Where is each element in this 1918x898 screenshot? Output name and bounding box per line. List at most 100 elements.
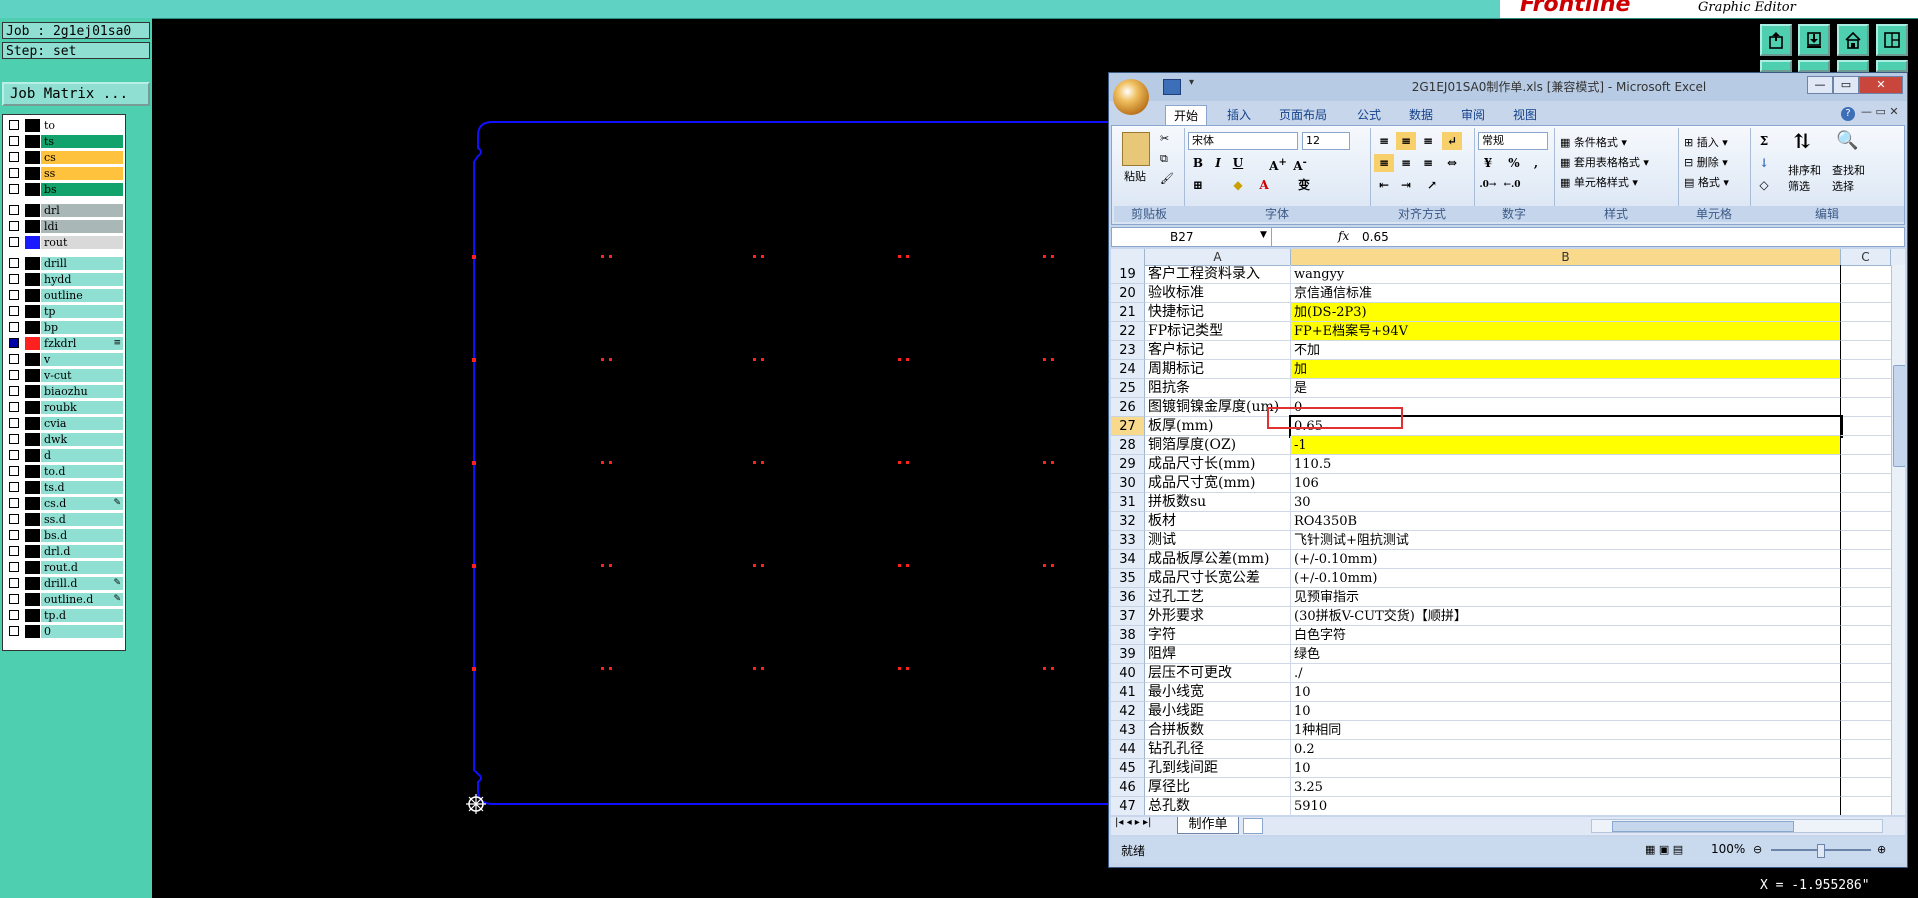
home-icon[interactable] [1837, 24, 1869, 56]
panel-layout-icon[interactable] [1876, 24, 1908, 56]
cell-b[interactable]: 10 [1291, 702, 1841, 721]
row-number[interactable]: 43 [1111, 721, 1145, 740]
layer-name[interactable]: bs [41, 183, 123, 196]
align-center-icon[interactable]: ≡ [1396, 154, 1416, 172]
cell-a[interactable]: 阻抗条 [1145, 379, 1291, 398]
layer-checkbox[interactable] [9, 626, 19, 636]
sort-label[interactable]: 排序和 [1788, 162, 1821, 178]
sheet-tab[interactable]: 制作单 [1177, 817, 1239, 834]
row-number[interactable]: 24 [1111, 360, 1145, 379]
currency-icon[interactable]: ¥ [1478, 154, 1498, 172]
row-number[interactable]: 23 [1111, 341, 1145, 360]
toolbar-button-row2[interactable] [1760, 60, 1792, 72]
cell-b[interactable]: 见预审指示 [1291, 588, 1841, 607]
toolbar-button-row2[interactable] [1876, 60, 1908, 72]
layer-color-swatch[interactable] [25, 305, 40, 318]
layer-name[interactable]: outline.d [41, 593, 123, 606]
cell-a[interactable]: FP标记类型 [1145, 322, 1291, 341]
layer-checkbox[interactable] [9, 338, 19, 348]
layer-color-swatch[interactable] [25, 119, 40, 132]
clear-icon[interactable]: ◇ [1754, 176, 1774, 194]
layer-checkbox[interactable] [9, 306, 19, 316]
shrink-font-icon[interactable]: A- [1290, 154, 1310, 173]
layer-row[interactable]: ts [5, 135, 123, 148]
cell-b[interactable]: 是 [1291, 379, 1841, 398]
layer-checkbox[interactable] [9, 370, 19, 380]
cell-b[interactable]: 0.2 [1291, 740, 1841, 759]
column-header-c[interactable]: C [1841, 249, 1891, 265]
cell-c[interactable] [1841, 588, 1891, 607]
cell-c[interactable] [1841, 360, 1891, 379]
layer-name[interactable]: d [41, 449, 123, 462]
layer-name[interactable]: cs.d [41, 497, 123, 510]
cell-c[interactable] [1841, 664, 1891, 683]
layer-checkbox[interactable] [9, 434, 19, 444]
cell-c[interactable] [1841, 626, 1891, 645]
cell-b[interactable]: 10 [1291, 683, 1841, 702]
cell-a[interactable]: 阻焊 [1145, 645, 1291, 664]
layer-color-swatch[interactable] [25, 481, 40, 494]
row-number[interactable]: 25 [1111, 379, 1145, 398]
cell-b[interactable]: 京信通信标准 [1291, 284, 1841, 303]
layer-row[interactable]: 0 [5, 625, 123, 638]
layer-color-swatch[interactable] [25, 609, 40, 622]
cell-c[interactable] [1841, 265, 1891, 284]
layer-row[interactable]: ss [5, 167, 123, 180]
spreadsheet-grid[interactable]: A B C 19 客户工程资料录入 wangyy 20 验收标准 京信通信标准 21 快捷标记… [1111, 249, 1905, 815]
sheet-nav-icon[interactable]: |◂ ◂ ▸ ▸| [1115, 817, 1151, 828]
layer-checkbox[interactable] [9, 136, 19, 146]
layer-name[interactable]: drill [41, 257, 123, 270]
cell-c[interactable] [1841, 493, 1891, 512]
layer-checkbox[interactable] [9, 168, 19, 178]
row-number[interactable]: 20 [1111, 284, 1145, 303]
fx-icon[interactable]: fx [1338, 229, 1349, 243]
layer-checkbox[interactable] [9, 450, 19, 460]
layer-name[interactable]: to [41, 119, 123, 132]
layer-checkbox[interactable] [9, 120, 19, 130]
cell-c[interactable] [1841, 778, 1891, 797]
cell-b[interactable]: FP+E档案号+94V [1291, 322, 1841, 341]
layer-checkbox[interactable] [9, 274, 19, 284]
cell-c[interactable] [1841, 341, 1891, 360]
cell-c[interactable] [1841, 455, 1891, 474]
layer-checkbox[interactable] [9, 258, 19, 268]
layer-name[interactable]: ldi [41, 220, 123, 233]
row-number[interactable]: 33 [1111, 531, 1145, 550]
layer-checkbox[interactable] [9, 562, 19, 572]
layer-row[interactable]: ts.d [5, 481, 123, 494]
cell-a[interactable]: 最小线宽 [1145, 683, 1291, 702]
layer-color-swatch[interactable] [25, 465, 40, 478]
row-number[interactable]: 40 [1111, 664, 1145, 683]
row-number[interactable]: 32 [1111, 512, 1145, 531]
layer-color-swatch[interactable] [25, 433, 40, 446]
cell-c[interactable] [1841, 474, 1891, 493]
align-top-icon[interactable]: ≡ [1374, 132, 1394, 150]
cell-a[interactable]: 孔到线间距 [1145, 759, 1291, 778]
row-number[interactable]: 34 [1111, 550, 1145, 569]
tab-insert[interactable]: 插入 [1219, 105, 1259, 125]
comma-icon[interactable]: , [1526, 154, 1546, 172]
layer-checkbox[interactable] [9, 290, 19, 300]
bold-button[interactable]: B [1188, 154, 1208, 172]
layer-color-swatch[interactable] [25, 220, 40, 233]
layer-row[interactable]: fzkdrl ≡ [5, 337, 123, 350]
layer-row[interactable]: tp [5, 305, 123, 318]
find-select-icon[interactable]: 🔍 [1836, 132, 1858, 150]
layer-color-swatch[interactable] [25, 561, 40, 574]
name-box-dropdown-icon[interactable]: ▼ [1260, 230, 1267, 240]
insert-cells-button[interactable]: ⊞ 插入 ▾ [1684, 134, 1728, 150]
layer-name[interactable]: tp.d [41, 609, 123, 622]
layer-name[interactable]: ts.d [41, 481, 123, 494]
maximize-button[interactable]: ▭ [1833, 76, 1859, 94]
column-header-a[interactable]: A [1145, 249, 1291, 265]
cell-b[interactable]: 飞针测试+阻抗测试 [1291, 531, 1841, 550]
layer-color-swatch[interactable] [25, 577, 40, 590]
row-number[interactable]: 26 [1111, 398, 1145, 417]
layer-row[interactable]: bs [5, 183, 123, 196]
cell-c[interactable] [1841, 702, 1891, 721]
layer-name[interactable]: drl.d [41, 545, 123, 558]
layer-color-swatch[interactable] [25, 353, 40, 366]
layer-row[interactable]: cs.d ✎ [5, 497, 123, 510]
row-number[interactable]: 31 [1111, 493, 1145, 512]
layer-row[interactable]: drl.d [5, 545, 123, 558]
